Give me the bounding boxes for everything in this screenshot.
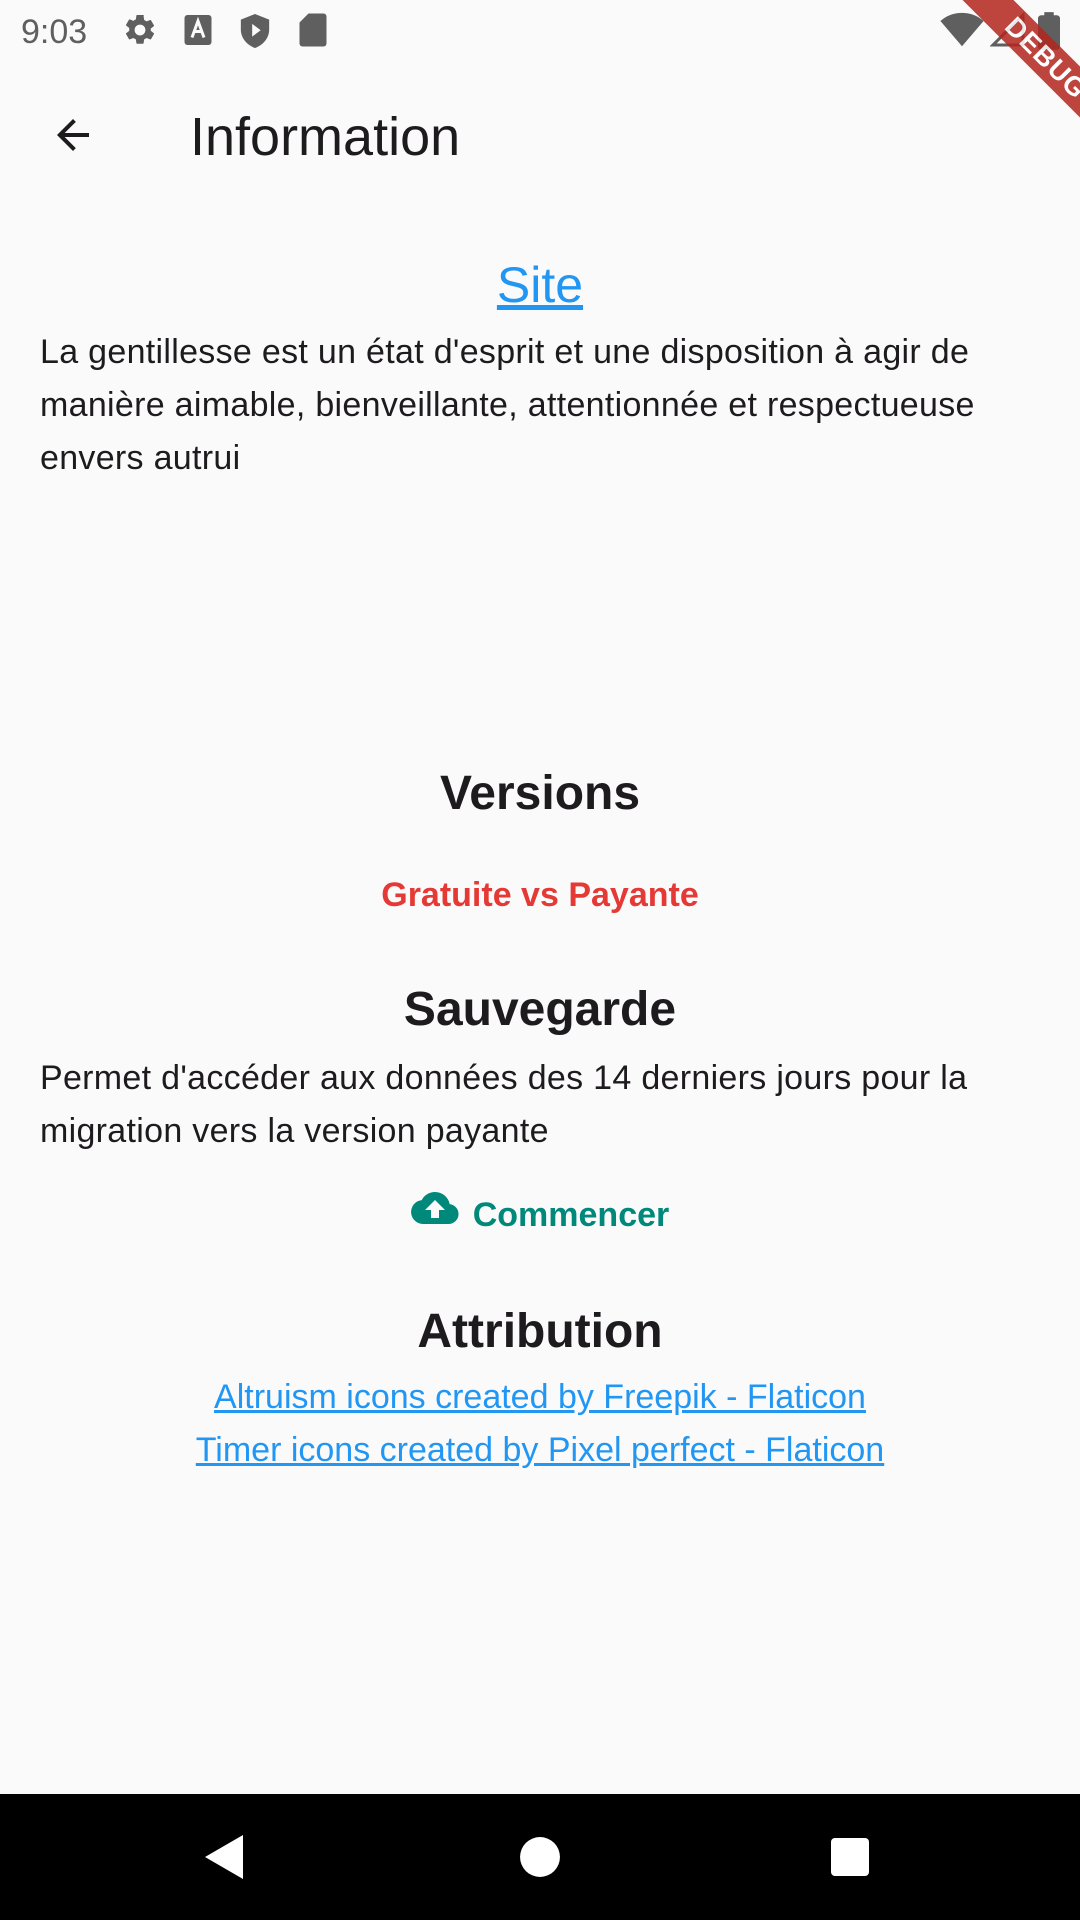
recents-square-icon bbox=[830, 1837, 870, 1882]
sd-card-icon bbox=[298, 12, 328, 53]
page-title: Information bbox=[190, 107, 461, 167]
back-triangle-icon bbox=[203, 1833, 247, 1886]
backup-start-label: Commencer bbox=[472, 1196, 670, 1234]
versions-heading: Versions bbox=[439, 767, 641, 820]
site-link[interactable]: Site bbox=[40, 250, 1040, 320]
attribution-heading: Attribution bbox=[417, 1305, 663, 1358]
accessibility-a-icon bbox=[182, 12, 214, 53]
status-time: 9:03 bbox=[21, 13, 88, 51]
backup-start-button[interactable]: Commencer bbox=[40, 1182, 1040, 1248]
home-circle-icon bbox=[519, 1836, 561, 1883]
app-bar: Information bbox=[0, 64, 1080, 206]
backup-description: Permet d'accéder aux données des 14 dern… bbox=[40, 1059, 968, 1150]
cloud-upload-icon bbox=[410, 1190, 459, 1240]
shield-play-icon bbox=[238, 12, 272, 55]
versions-button-label: Gratuite vs Payante bbox=[381, 876, 699, 914]
nav-home-button[interactable] bbox=[505, 1824, 575, 1894]
status-bar: 9:03 bbox=[0, 0, 1080, 64]
wifi-icon bbox=[940, 12, 984, 53]
attribution-link-altruism[interactable]: Altruism icons created by Freepik - Flat… bbox=[40, 1371, 1040, 1423]
nav-recents-button[interactable] bbox=[815, 1824, 885, 1894]
versions-button[interactable]: Gratuite vs Payante bbox=[40, 862, 1040, 928]
gear-icon bbox=[122, 12, 158, 53]
arrow-back-icon bbox=[49, 111, 97, 164]
signal-icon bbox=[989, 11, 1026, 53]
nav-back-button[interactable] bbox=[190, 1824, 260, 1894]
system-nav-bar bbox=[0, 1794, 1080, 1920]
site-description: La gentillesse est un état d'esprit et u… bbox=[40, 333, 975, 477]
back-button[interactable] bbox=[38, 102, 108, 172]
backup-heading: Sauvegarde bbox=[403, 983, 677, 1036]
battery-icon bbox=[1038, 12, 1060, 55]
attribution-link-timer[interactable]: Timer icons created by Pixel perfect - F… bbox=[40, 1424, 1040, 1476]
